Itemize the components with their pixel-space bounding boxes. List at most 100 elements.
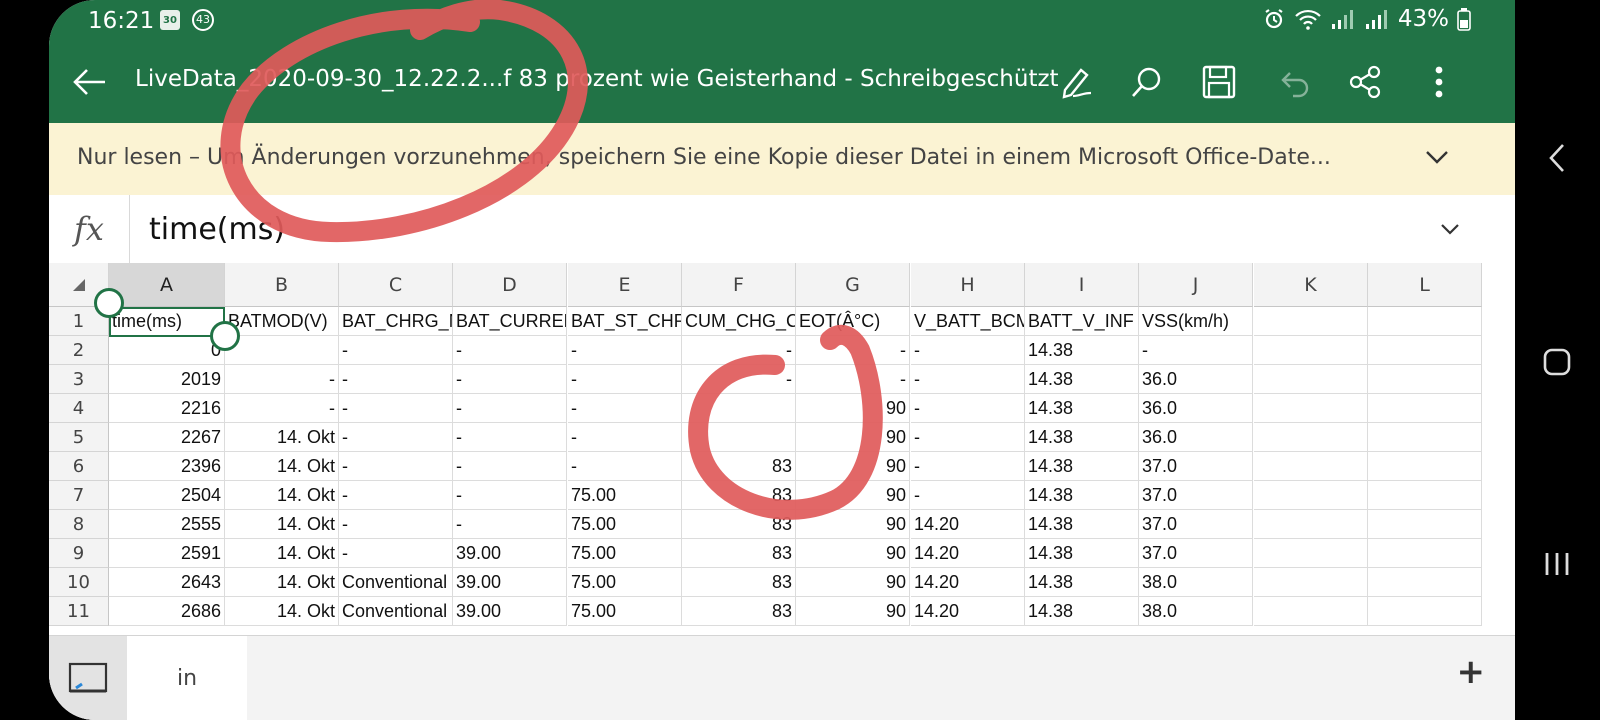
cell-h6[interactable]: -: [911, 452, 1025, 481]
spreadsheet-grid[interactable]: ABCDEFGHIJKL1time(ms)BATMOD(V)BAT_CHRG_M…: [49, 263, 1515, 635]
column-header-f[interactable]: F: [682, 263, 796, 307]
cell-k10[interactable]: [1254, 568, 1368, 597]
cell-f11[interactable]: 83: [682, 597, 796, 626]
cell-g5[interactable]: 90: [796, 423, 910, 452]
cell-e9[interactable]: 75.00: [568, 539, 682, 568]
column-header-a[interactable]: A: [109, 263, 225, 307]
cell-i6[interactable]: 14.38: [1025, 452, 1139, 481]
cell-g9[interactable]: 90: [796, 539, 910, 568]
cell-h8[interactable]: 14.20: [911, 510, 1025, 539]
cell-i10[interactable]: 14.38: [1025, 568, 1139, 597]
cell-k7[interactable]: [1254, 481, 1368, 510]
cell-f5[interactable]: [682, 423, 796, 452]
cell-l11[interactable]: [1368, 597, 1482, 626]
share-button[interactable]: [1343, 60, 1387, 104]
row-header[interactable]: 5: [49, 423, 109, 452]
cell-e5[interactable]: -: [568, 423, 682, 452]
cell-h2[interactable]: -: [911, 336, 1025, 365]
column-header-j[interactable]: J: [1139, 263, 1253, 307]
cell-l9[interactable]: [1368, 539, 1482, 568]
formula-input[interactable]: time(ms): [149, 212, 285, 247]
cell-j5[interactable]: 36.0: [1139, 423, 1253, 452]
cell-i4[interactable]: 14.38: [1025, 394, 1139, 423]
more-options-button[interactable]: [1417, 60, 1461, 104]
sheet-switch-button[interactable]: [49, 636, 127, 720]
cell-l7[interactable]: [1368, 481, 1482, 510]
cell-e4[interactable]: -: [568, 394, 682, 423]
cell-h7[interactable]: -: [911, 481, 1025, 510]
cell-h4[interactable]: -: [911, 394, 1025, 423]
cell-a2[interactable]: 0: [109, 336, 225, 365]
cell-i2[interactable]: 14.38: [1025, 336, 1139, 365]
cell-i8[interactable]: 14.38: [1025, 510, 1139, 539]
save-button[interactable]: [1197, 60, 1241, 104]
cell-e7[interactable]: 75.00: [568, 481, 682, 510]
cell-b5[interactable]: 14. Okt: [225, 423, 339, 452]
row-header[interactable]: 11: [49, 597, 109, 626]
cell-c6[interactable]: -: [339, 452, 453, 481]
cell-l8[interactable]: [1368, 510, 1482, 539]
cell-d3[interactable]: -: [453, 365, 567, 394]
cell-d10[interactable]: 39.00: [453, 568, 567, 597]
cell-f6[interactable]: 83: [682, 452, 796, 481]
column-header-d[interactable]: D: [453, 263, 567, 307]
cell-b3[interactable]: -: [225, 365, 339, 394]
column-header-l[interactable]: L: [1368, 263, 1482, 307]
column-header-g[interactable]: G: [796, 263, 910, 307]
cell-d1[interactable]: BAT_CURRENT: [453, 307, 567, 336]
cell-b4[interactable]: -: [225, 394, 339, 423]
cell-a4[interactable]: 2216: [109, 394, 225, 423]
cell-h9[interactable]: 14.20: [911, 539, 1025, 568]
cell-d7[interactable]: -: [453, 481, 567, 510]
cell-a9[interactable]: 2591: [109, 539, 225, 568]
cell-e10[interactable]: 75.00: [568, 568, 682, 597]
cell-g8[interactable]: 90: [796, 510, 910, 539]
row-header[interactable]: 4: [49, 394, 109, 423]
row-header[interactable]: 9: [49, 539, 109, 568]
cell-k8[interactable]: [1254, 510, 1368, 539]
row-header[interactable]: 10: [49, 568, 109, 597]
cell-d5[interactable]: -: [453, 423, 567, 452]
formula-bar[interactable]: fx time(ms): [49, 195, 1515, 264]
cell-k9[interactable]: [1254, 539, 1368, 568]
cell-d9[interactable]: 39.00: [453, 539, 567, 568]
cell-l6[interactable]: [1368, 452, 1482, 481]
nav-home-button[interactable]: [1537, 342, 1577, 382]
cell-e11[interactable]: 75.00: [568, 597, 682, 626]
cell-i9[interactable]: 14.38: [1025, 539, 1139, 568]
cell-g6[interactable]: 90: [796, 452, 910, 481]
cell-h3[interactable]: -: [911, 365, 1025, 394]
cell-k1[interactable]: [1254, 307, 1368, 336]
cell-l10[interactable]: [1368, 568, 1482, 597]
selection-handle-start[interactable]: [94, 288, 124, 318]
edit-button[interactable]: [1055, 60, 1099, 104]
cell-d4[interactable]: -: [453, 394, 567, 423]
back-button[interactable]: [67, 60, 111, 104]
add-sheet-button[interactable]: +: [1457, 652, 1486, 692]
column-header-c[interactable]: C: [339, 263, 453, 307]
cell-b7[interactable]: 14. Okt: [225, 481, 339, 510]
cell-e3[interactable]: -: [568, 365, 682, 394]
read-only-banner[interactable]: Nur lesen – Um Änderungen vorzunehmen, s…: [49, 123, 1515, 195]
cell-j7[interactable]: 37.0: [1139, 481, 1253, 510]
cell-h5[interactable]: -: [911, 423, 1025, 452]
cell-g1[interactable]: EOT(Â°C): [796, 307, 910, 336]
cell-k2[interactable]: [1254, 336, 1368, 365]
cell-b2[interactable]: [225, 336, 339, 365]
chevron-down-icon[interactable]: [1424, 148, 1450, 166]
nav-back-button[interactable]: [1537, 138, 1577, 178]
expand-formula-chevron-icon[interactable]: [1439, 221, 1461, 237]
cell-l1[interactable]: [1368, 307, 1482, 336]
cell-i3[interactable]: 14.38: [1025, 365, 1139, 394]
cell-a7[interactable]: 2504: [109, 481, 225, 510]
cell-b9[interactable]: 14. Okt: [225, 539, 339, 568]
cell-e2[interactable]: -: [568, 336, 682, 365]
cell-e1[interactable]: BAT_ST_CHRG: [568, 307, 682, 336]
cell-c5[interactable]: -: [339, 423, 453, 452]
cell-d2[interactable]: -: [453, 336, 567, 365]
cell-i11[interactable]: 14.38: [1025, 597, 1139, 626]
cell-c1[interactable]: BAT_CHRG_MODE: [339, 307, 453, 336]
cell-d8[interactable]: -: [453, 510, 567, 539]
column-header-h[interactable]: H: [911, 263, 1025, 307]
cell-g2[interactable]: -: [796, 336, 910, 365]
